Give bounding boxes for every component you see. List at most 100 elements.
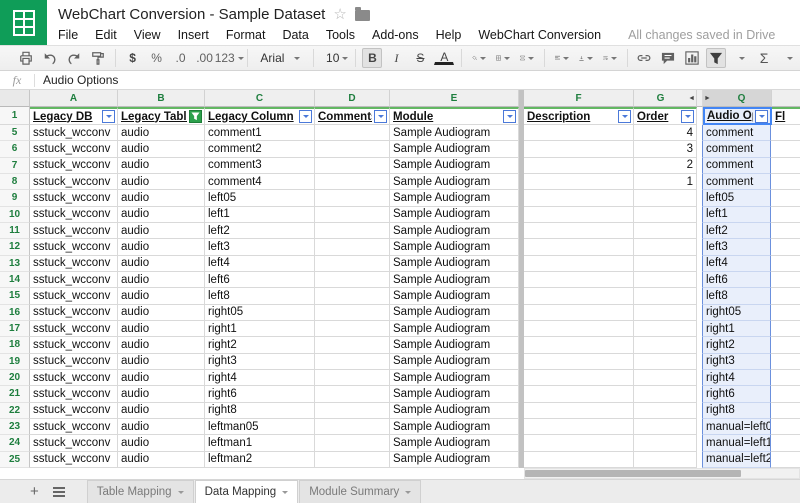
column-header-B[interactable]: B [118, 90, 205, 107]
cell-E21[interactable]: Sample Audiogram [390, 386, 519, 402]
cell-E25[interactable]: Sample Audiogram [390, 452, 519, 468]
cell-Q12[interactable]: left3 [702, 239, 771, 255]
cell-G16[interactable] [634, 305, 697, 321]
header-cell-description[interactable]: Description [524, 107, 634, 125]
menu-edit[interactable]: Edit [95, 28, 117, 42]
cell-G19[interactable] [634, 354, 697, 370]
cell-x24[interactable] [771, 435, 800, 451]
cell-A17[interactable]: sstuck_wcconv [30, 321, 118, 337]
row-header-6[interactable]: 6 [0, 141, 30, 157]
cell-Q20[interactable]: right4 [702, 370, 771, 386]
cell-G21[interactable] [634, 386, 697, 402]
row-header-20[interactable]: 20 [0, 370, 30, 386]
row-header-23[interactable]: 23 [0, 419, 30, 435]
cell-x16[interactable] [771, 305, 800, 321]
row-header-18[interactable]: 18 [0, 337, 30, 353]
row-header-7[interactable]: 7 [0, 158, 30, 174]
menu-file[interactable]: File [58, 28, 78, 42]
cell-Q17[interactable]: right1 [702, 321, 771, 337]
header-cell-comments[interactable]: Comments [315, 107, 390, 125]
row-header-21[interactable]: 21 [0, 386, 30, 402]
cell-D23[interactable] [315, 419, 390, 435]
cell-B9[interactable]: audio [118, 190, 205, 206]
cell-E16[interactable]: Sample Audiogram [390, 305, 519, 321]
row-header-15[interactable]: 15 [0, 288, 30, 304]
cell-x7[interactable] [771, 158, 800, 174]
cell-B16[interactable]: audio [118, 305, 205, 321]
cell-x25[interactable] [771, 452, 800, 468]
cell-Q14[interactable]: left6 [702, 272, 771, 288]
cell-Q24[interactable]: manual=left1 [702, 435, 771, 451]
cell-D13[interactable] [315, 256, 390, 272]
insert-chart-button[interactable] [682, 48, 702, 68]
row-header-1[interactable]: 1 [0, 107, 30, 125]
cell-x19[interactable] [771, 354, 800, 370]
cell-F21[interactable] [524, 386, 634, 402]
cell-D5[interactable] [315, 125, 390, 141]
horizontal-align-button[interactable] [552, 48, 572, 68]
cell-C6[interactable]: comment2 [205, 141, 315, 157]
cell-D14[interactable] [315, 272, 390, 288]
undo-button[interactable] [40, 48, 60, 68]
filter-dropdown-button[interactable] [618, 110, 631, 123]
cell-x12[interactable] [771, 239, 800, 255]
hidden-columns-right-icon[interactable]: ► [703, 95, 712, 102]
functions-button[interactable]: Σ [754, 48, 774, 68]
cell-A12[interactable]: sstuck_wcconv [30, 239, 118, 255]
cell-Q22[interactable]: right8 [702, 403, 771, 419]
cell-E6[interactable]: Sample Audiogram [390, 141, 519, 157]
cell-C14[interactable]: left6 [205, 272, 315, 288]
tab-module-summary[interactable]: Module Summary [299, 480, 421, 503]
cell-D21[interactable] [315, 386, 390, 402]
cell-B13[interactable]: audio [118, 256, 205, 272]
insert-comment-button[interactable] [658, 48, 678, 68]
cell-C22[interactable]: right8 [205, 403, 315, 419]
format-currency-button[interactable]: $ [123, 48, 143, 68]
font-family-select[interactable]: Arial [254, 48, 305, 68]
cell-x18[interactable] [771, 337, 800, 353]
cell-G22[interactable] [634, 403, 697, 419]
cell-x21[interactable] [771, 386, 800, 402]
document-title[interactable]: WebChart Conversion - Sample Dataset [58, 6, 325, 23]
cell-E18[interactable]: Sample Audiogram [390, 337, 519, 353]
row-header-19[interactable]: 19 [0, 354, 30, 370]
cell-F10[interactable] [524, 207, 634, 223]
cell-E17[interactable]: Sample Audiogram [390, 321, 519, 337]
cell-A25[interactable]: sstuck_wcconv [30, 452, 118, 468]
cell-C8[interactable]: comment4 [205, 174, 315, 190]
menu-data[interactable]: Data [282, 28, 308, 42]
cell-D18[interactable] [315, 337, 390, 353]
cell-A22[interactable]: sstuck_wcconv [30, 403, 118, 419]
header-cell-legacy-column[interactable]: Legacy Column [205, 107, 315, 125]
cell-G11[interactable] [634, 223, 697, 239]
cell-F13[interactable] [524, 256, 634, 272]
cell-D10[interactable] [315, 207, 390, 223]
cell-Q7[interactable]: comment [702, 158, 771, 174]
column-header-Q[interactable]: ►Q [703, 90, 772, 107]
cell-B22[interactable]: audio [118, 403, 205, 419]
cell-A23[interactable]: sstuck_wcconv [30, 419, 118, 435]
cell-A13[interactable]: sstuck_wcconv [30, 256, 118, 272]
column-header-partial[interactable] [772, 90, 800, 107]
cell-G23[interactable] [634, 419, 697, 435]
scrollbar-track[interactable] [524, 468, 800, 479]
tab-dropdown-icon[interactable] [178, 491, 184, 497]
cell-Q10[interactable]: left1 [702, 207, 771, 223]
cell-G17[interactable] [634, 321, 697, 337]
cell-Q25[interactable]: manual=left2 [702, 452, 771, 468]
cell-E14[interactable]: Sample Audiogram [390, 272, 519, 288]
row-header-12[interactable]: 12 [0, 239, 30, 255]
cell-G5[interactable]: 4 [634, 125, 697, 141]
grid-corner[interactable] [0, 90, 30, 107]
cell-A20[interactable]: sstuck_wcconv [30, 370, 118, 386]
cell-C18[interactable]: right2 [205, 337, 315, 353]
menu-tools[interactable]: Tools [326, 28, 355, 42]
bold-button[interactable]: B [362, 48, 382, 68]
cell-E8[interactable]: Sample Audiogram [390, 174, 519, 190]
cell-C7[interactable]: comment3 [205, 158, 315, 174]
cell-A15[interactable]: sstuck_wcconv [30, 288, 118, 304]
print-button[interactable] [16, 48, 36, 68]
cell-x23[interactable] [771, 419, 800, 435]
cell-Q8[interactable]: comment [702, 174, 771, 190]
paint-format-button[interactable] [88, 48, 108, 68]
